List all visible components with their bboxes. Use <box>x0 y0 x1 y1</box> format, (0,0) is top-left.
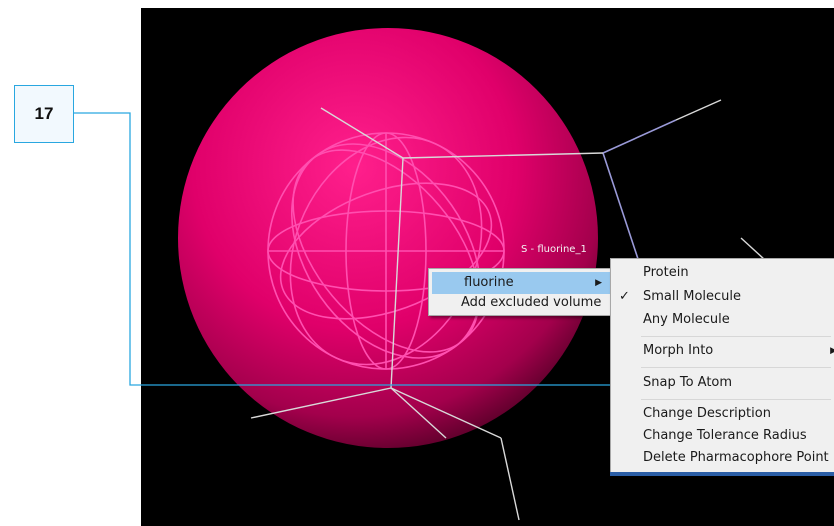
menu-item-any-molecule[interactable]: Any Molecule <box>611 309 834 331</box>
submenu-bottom-edge <box>610 472 834 476</box>
menu-item-small-molecule[interactable]: ✓ Small Molecule <box>611 286 834 308</box>
menu-item-label: Morph Into <box>643 343 714 358</box>
menu-item-change-tolerance-radius[interactable]: Change Tolerance Radius <box>611 425 834 447</box>
menu-item-label: Delete Pharmacophore Point <box>643 450 829 465</box>
pharmacophore-sphere[interactable] <box>178 28 598 448</box>
submenu-arrow-icon: ▶ <box>830 346 834 356</box>
check-icon: ✓ <box>619 289 630 304</box>
menu-item-protein[interactable]: Protein <box>611 262 834 284</box>
menu-item-label: Any Molecule <box>643 312 730 327</box>
menu-item-label: Add excluded volume <box>461 295 602 310</box>
menu-item-label: Change Tolerance Radius <box>643 428 807 443</box>
menu-item-label: fluorine <box>464 275 514 290</box>
menu-item-label: Small Molecule <box>643 289 742 304</box>
context-menu[interactable]: fluorine ▶ Add excluded volume <box>428 268 614 316</box>
menu-separator <box>641 367 831 368</box>
menu-item-morph-into[interactable]: Morph Into ▶ <box>611 340 834 362</box>
menu-item-label: Snap To Atom <box>643 375 733 390</box>
menu-item-change-description[interactable]: Change Description <box>611 403 834 425</box>
menu-separator <box>641 399 831 400</box>
submenu[interactable]: Protein ✓ Small Molecule Any Molecule Mo… <box>610 258 834 474</box>
submenu-arrow-icon: ▶ <box>595 278 602 288</box>
menu-item-add-excluded-volume[interactable]: Add excluded volume <box>429 292 613 314</box>
menu-item-fluorine[interactable]: fluorine ▶ <box>432 272 610 294</box>
menu-item-label: Protein <box>643 265 689 280</box>
menu-item-delete-pharmacophore-point[interactable]: Delete Pharmacophore Point <box>611 447 834 469</box>
callout-number: 17 <box>14 85 74 143</box>
menu-item-label: Change Description <box>643 406 771 421</box>
menu-item-snap-to-atom[interactable]: Snap To Atom <box>611 372 834 394</box>
atom-label: S - fluorine_1 <box>521 244 587 255</box>
menu-separator <box>641 336 831 337</box>
